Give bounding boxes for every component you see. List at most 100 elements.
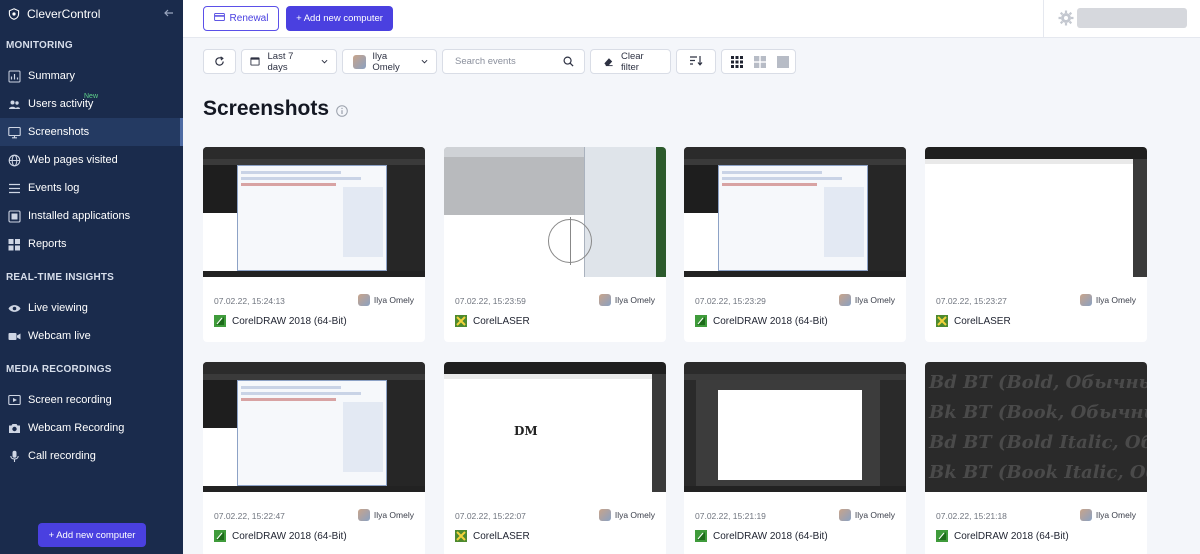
screenshot-app-name: CorelLASER (954, 315, 1011, 327)
account-area (1043, 0, 1200, 37)
sidebar-item-call-recording[interactable]: Call recording (0, 442, 183, 470)
add-computer-button[interactable]: + Add new computer (286, 6, 393, 31)
screenshot-date: 07.02.22, 15:23:29 (695, 296, 766, 306)
sidebar-item-label: Summary (28, 70, 76, 82)
screenshot-card[interactable]: 07.02.22, 15:21:19 Ilya Omely CorelDRAW … (684, 362, 906, 554)
screenshot-thumbnail[interactable] (684, 147, 906, 277)
sidebar-item-webcam-live[interactable]: Webcam live (0, 322, 183, 350)
screenshot-user: Ilya Omely (1079, 294, 1136, 306)
info-icon[interactable] (336, 104, 348, 117)
screenshot-app: CorelDRAW 2018 (64-Bit) (214, 315, 347, 327)
screenshot-card[interactable]: 07.02.22, 15:24:13 Ilya Omely CorelDRAW … (203, 147, 425, 342)
corellaser-app-icon (455, 315, 467, 327)
sidebar-add-computer-button[interactable]: + Add new computer (38, 523, 146, 547)
screenshot-thumbnail[interactable] (203, 147, 425, 277)
globe-icon (8, 154, 21, 167)
user-avatar (357, 294, 370, 306)
sidebar-item-web-pages-visited[interactable]: Web pages visited (0, 146, 183, 174)
screenshot-card[interactable]: 07.02.22, 15:23:59 Ilya Omely CorelLASER (444, 147, 666, 342)
screenshot-user: Ilya Omely (838, 509, 895, 521)
coreldraw-app-icon (936, 530, 948, 542)
sidebar-item-screen-recording[interactable]: Screen recording (0, 386, 183, 414)
screenshot-app: CorelDRAW 2018 (64-Bit) (695, 530, 828, 542)
thumb-font-line: Bd BT (Bold Italic, Обычный к (929, 432, 1147, 453)
screenshot-app-name: CorelDRAW 2018 (64-Bit) (232, 315, 347, 327)
grid-medium-view-icon[interactable] (754, 56, 766, 71)
sidebar-item-reports[interactable]: Reports (0, 230, 183, 258)
date-range-dropdown[interactable]: Last 7 days (241, 49, 337, 74)
screenshot-date: 07.02.22, 15:22:07 (455, 511, 526, 521)
screenshot-thumbnail[interactable]: Bd BT (Bold, Обычный) Bk BT (Book, Обычны… (925, 362, 1147, 492)
screenshot-card[interactable]: 07.02.22, 15:23:29 Ilya Omely CorelDRAW … (684, 147, 906, 342)
account-avatar[interactable] (1077, 8, 1187, 28)
coreldraw-app-icon (695, 530, 707, 542)
screenshot-card[interactable]: Bd BT (Bold, Обычный) Bk BT (Book, Обычны… (925, 362, 1147, 554)
screenshot-thumbnail[interactable] (203, 362, 425, 492)
screenshot-user: Ilya Omely (1079, 509, 1136, 521)
refresh-icon (214, 56, 225, 67)
screenshot-date: 07.02.22, 15:23:27 (936, 296, 1007, 306)
screenshot-app-name: CorelDRAW 2018 (64-Bit) (954, 530, 1069, 542)
screenshot-thumbnail[interactable]: DM (444, 362, 666, 492)
screenshot-app-name: CorelLASER (473, 530, 530, 542)
single-view-icon[interactable] (777, 56, 789, 71)
screenshot-date: 07.02.22, 15:21:19 (695, 511, 766, 521)
sidebar-item-webcam-recording[interactable]: Webcam Recording (0, 414, 183, 442)
refresh-button[interactable] (203, 49, 236, 74)
thumb-font-line: Bk BT (Book Italic, Обычный курс (929, 462, 1147, 483)
monitor-icon (8, 126, 21, 139)
renewal-button[interactable]: Renewal (203, 6, 279, 31)
grid-icon (8, 238, 21, 251)
user-avatar (1079, 294, 1092, 306)
clear-filter-button[interactable]: Clear filter (590, 49, 671, 74)
sidebar-item-events-log[interactable]: Events log (0, 174, 183, 202)
screenshot-date: 07.02.22, 15:24:13 (214, 296, 285, 306)
search-input[interactable] (455, 56, 555, 67)
sidebar: CleverControl MONITORING Summary Users a… (0, 0, 183, 554)
user-avatar (357, 509, 370, 521)
screenshot-thumbnail[interactable] (925, 147, 1147, 277)
page-title: Screenshots (203, 97, 330, 120)
sidebar-item-label: Screenshots (28, 126, 90, 138)
screenshot-user-name: Ilya Omely (373, 295, 414, 305)
corellaser-app-icon (455, 530, 467, 542)
date-range-label: Last 7 days (267, 50, 294, 73)
sidebar-item-installed-applications[interactable]: Installed applications (0, 202, 183, 230)
sort-button[interactable] (676, 49, 716, 74)
screenshot-card[interactable]: DM 07.02.22, 15:22:07 Ilya Omely CorelLA… (444, 362, 666, 554)
calendar-icon (250, 56, 261, 67)
sidebar-item-users-activity[interactable]: Users activity New (0, 90, 183, 118)
sidebar-item-label: Reports (28, 238, 67, 250)
brand[interactable]: CleverControl (0, 0, 183, 28)
eraser-icon (603, 56, 614, 67)
grid-small-view-icon[interactable] (731, 56, 743, 71)
topbar: Renewal + Add new computer (183, 0, 1200, 38)
new-badge: New (84, 93, 99, 100)
screenshot-app: CorelDRAW 2018 (64-Bit) (695, 315, 828, 327)
screenshot-app-name: CorelDRAW 2018 (64-Bit) (713, 315, 828, 327)
user-filter-dropdown[interactable]: Ilya Omely (342, 49, 437, 74)
sidebar-item-label: Web pages visited (28, 154, 118, 166)
sidebar-item-screenshots[interactable]: Screenshots (0, 118, 183, 146)
user-avatar (838, 509, 851, 521)
screenshot-user-name: Ilya Omely (1095, 295, 1136, 305)
screenshot-date: 07.02.22, 15:23:59 (455, 296, 526, 306)
screenshot-user: Ilya Omely (598, 294, 655, 306)
screenshot-thumbnail[interactable] (444, 147, 666, 277)
sidebar-item-label: Webcam Recording (28, 422, 125, 434)
sidebar-item-summary[interactable]: Summary (0, 62, 183, 90)
screenshot-card[interactable]: 07.02.22, 15:23:27 Ilya Omely CorelLASER (925, 147, 1147, 342)
search-icon[interactable] (563, 56, 574, 70)
sidebar-item-label: Events log (28, 182, 80, 194)
user-avatar (838, 294, 851, 306)
screenshot-thumbnail[interactable] (684, 362, 906, 492)
collapse-arrow-icon[interactable] (163, 7, 175, 19)
sidebar-item-live-viewing[interactable]: Live viewing (0, 294, 183, 322)
coreldraw-app-icon (214, 530, 226, 542)
list-icon (8, 182, 21, 195)
gear-icon[interactable] (1058, 10, 1074, 26)
sidebar-item-label: Webcam live (28, 330, 91, 342)
section-title: MEDIA RECORDINGS (6, 363, 112, 375)
screenshot-card[interactable]: 07.02.22, 15:22:47 Ilya Omely CorelDRAW … (203, 362, 425, 554)
screenshot-app: CorelDRAW 2018 (64-Bit) (936, 530, 1069, 542)
